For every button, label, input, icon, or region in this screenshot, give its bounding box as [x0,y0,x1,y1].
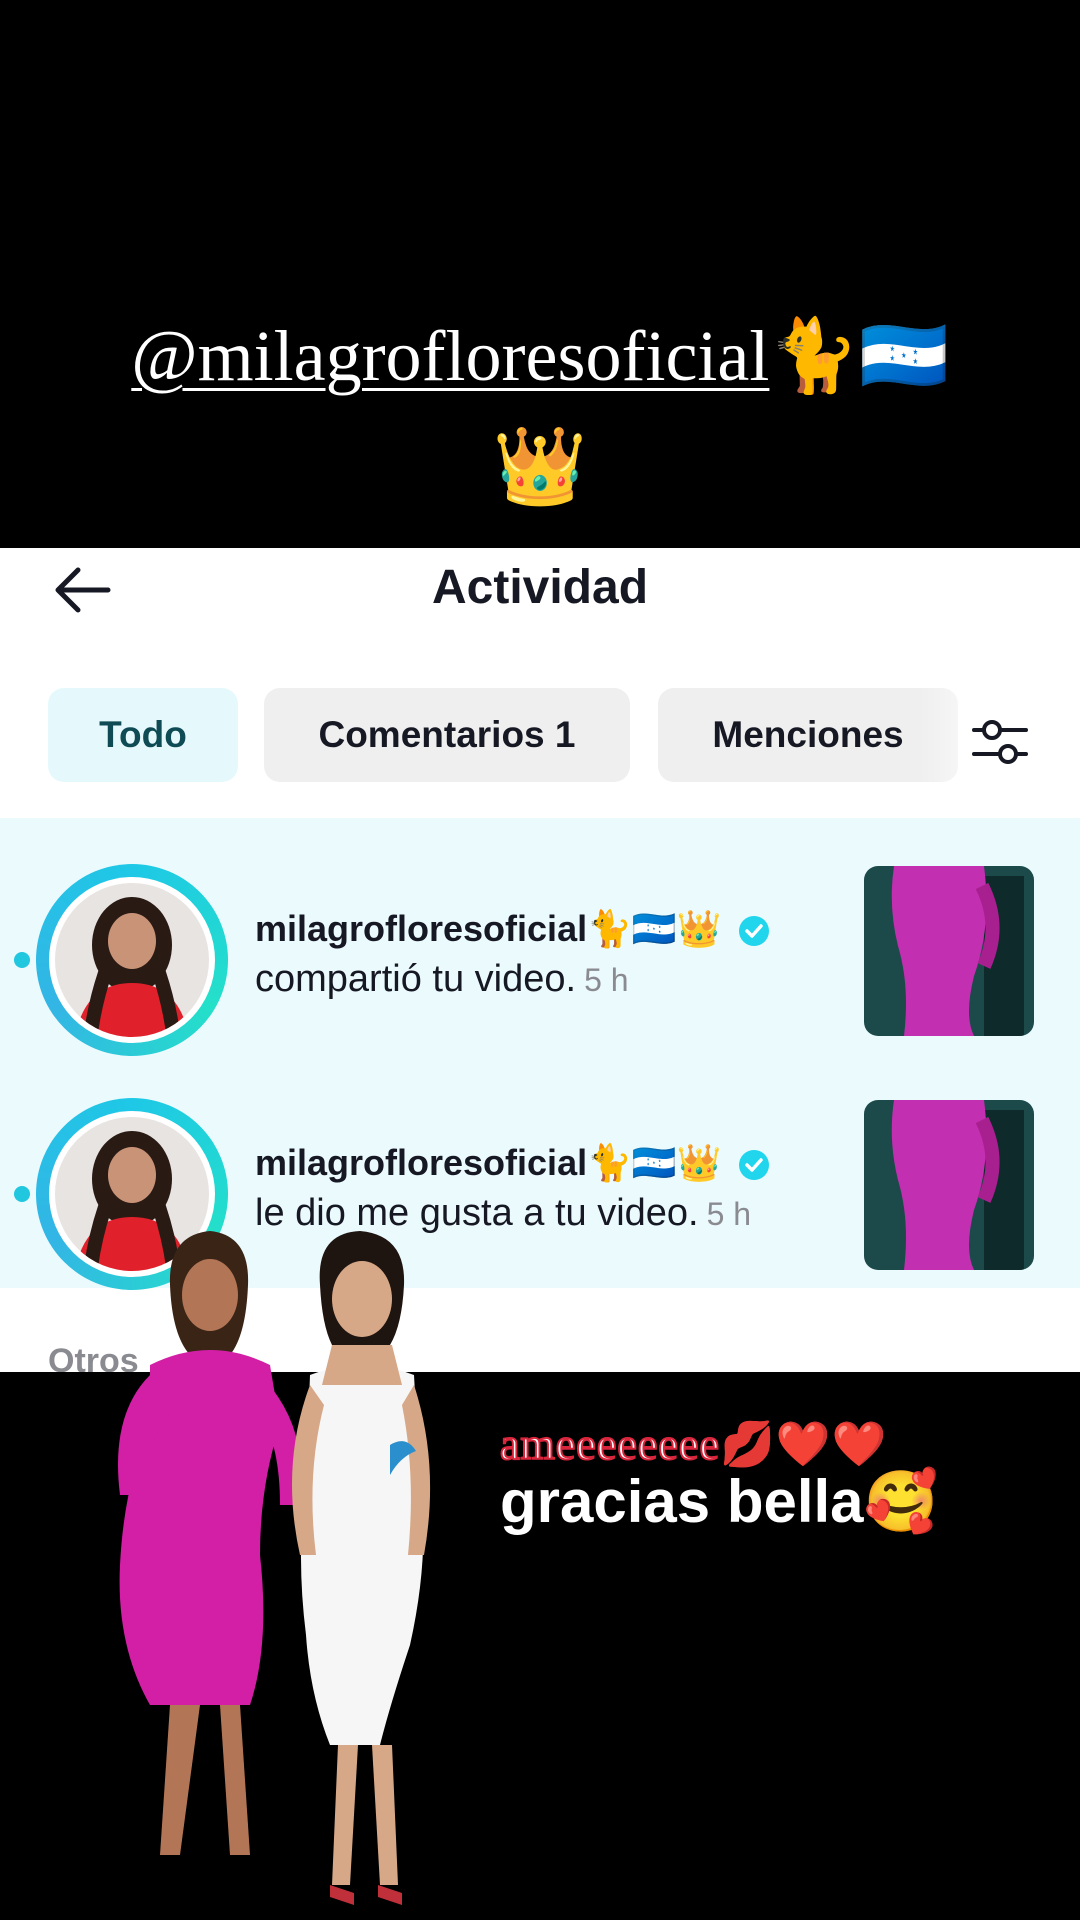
notification-list: milagrofloresoficial🐈🇭🇳👑 compartió tu vi… [0,818,1080,1290]
notification-text: milagrofloresoficial🐈🇭🇳👑 le dio me gusta… [255,1142,815,1235]
filter-chips: Todo Comentarios 1 Menciones [48,688,1080,782]
caption-line-2-emoji: 🥰 [863,1467,939,1537]
caption-line-1: ameeeeeeee [499,1419,720,1470]
mention-handle[interactable]: @milagrofloresoficial [131,316,769,396]
sliders-icon[interactable] [970,714,1030,770]
username-emojis: 🐈🇭🇳👑 [587,1143,722,1184]
caption-line-2: gracias bella [500,1468,864,1535]
bottom-caption: ameeeeeeee💋❤️❤️ gracias bella🥰 [499,1418,1060,1537]
video-thumbnail-image [864,1100,1034,1270]
username[interactable]: milagrofloresoficial [255,1142,587,1183]
username[interactable]: milagrofloresoficial [255,908,587,949]
video-thumbnail[interactable] [864,866,1034,1036]
verified-badge-icon [738,1150,769,1181]
page-title: Actividad [431,561,649,614]
unread-dot [14,952,30,968]
app-header: Actividad [0,548,1080,658]
video-thumbnail[interactable] [864,1100,1034,1270]
avatar[interactable] [36,864,228,1056]
verified-badge-icon [738,916,769,947]
action-text: compartió tu video. [255,958,577,1000]
caption-emojis: 🐈🇭🇳 [769,313,949,397]
top-caption: @milagrofloresoficial🐈🇭🇳 👑 [0,300,1080,521]
notification-text: milagrofloresoficial🐈🇭🇳👑 compartió tu vi… [255,908,815,1001]
video-thumbnail-image [864,866,1034,1036]
chip-todo[interactable]: Todo [48,688,238,782]
timestamp: 5 h [706,1196,752,1232]
chip-menciones[interactable]: Menciones [658,688,958,782]
story-canvas: @milagrofloresoficial🐈🇭🇳 👑 Actividad Tod… [0,0,1080,1920]
timestamp: 5 h [584,962,629,998]
chip-comentarios[interactable]: Comentarios 1 [264,688,630,782]
people-sticker-image [118,1231,431,1905]
notification-row[interactable]: milagrofloresoficial🐈🇭🇳👑 compartió tu vi… [0,818,1080,1056]
avatar-image [55,883,209,1037]
crown-emoji: 👑 [492,421,588,510]
unread-dot [14,1186,30,1202]
username-emojis: 🐈🇭🇳👑 [587,909,722,950]
caption-line-1-emojis: 💋❤️❤️ [719,1418,888,1471]
